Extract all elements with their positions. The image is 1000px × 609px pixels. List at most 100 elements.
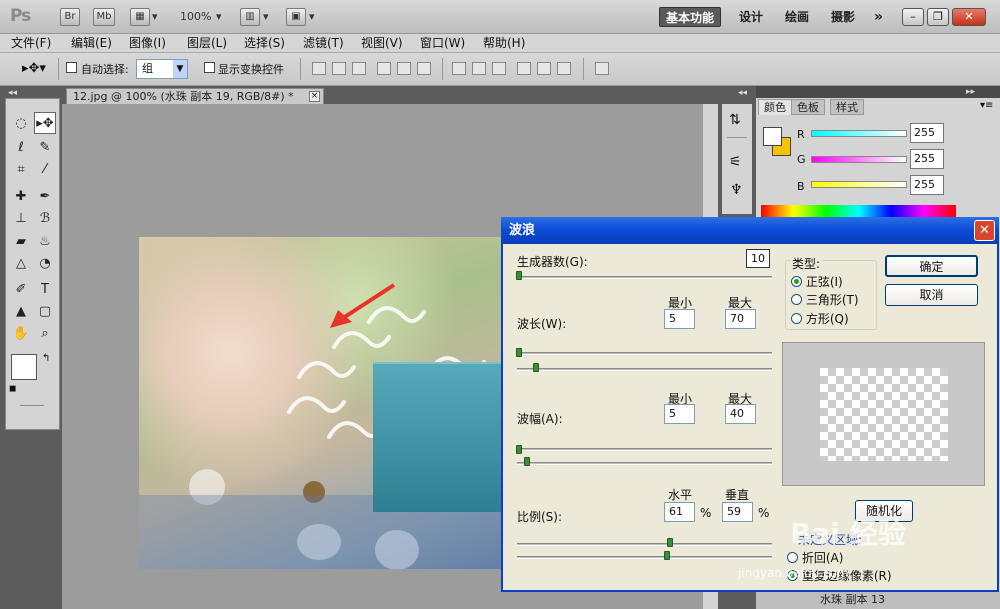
amplitude-min-slider-track[interactable] [517,448,772,451]
brush-tool-icon[interactable]: ✒ [34,186,56,208]
wavelength-min-slider-thumb[interactable] [516,348,522,357]
chevron-down-icon[interactable]: ▾ [216,10,222,23]
type-square-radio[interactable]: 方形(Q) [791,310,849,327]
mini-bridge-button[interactable]: Mb [93,8,115,26]
move-tool-icon[interactable]: ▸✥ [34,112,56,134]
scale-horizontal-input[interactable]: 61 [664,502,695,522]
eyedropper-tool-icon[interactable]: ⁄ [34,159,56,181]
tab-swatches[interactable]: 色板 [791,99,825,115]
g-slider[interactable] [811,156,907,163]
blur-tool-icon[interactable]: △ [10,253,32,275]
wavelength-min-slider-track[interactable] [517,352,772,355]
amplitude-min-input[interactable]: 5 [664,404,695,424]
menu-file[interactable]: 文件(F) [11,35,51,51]
workspace-painting[interactable]: 绘画 [779,7,815,27]
distribute-top-icon[interactable] [452,62,466,75]
chevron-down-icon[interactable]: ▾ [152,10,158,23]
menu-window[interactable]: 窗口(W) [420,35,465,51]
distribute-vertical-center-icon[interactable] [472,62,486,75]
distribute-horizontal-center-icon[interactable] [537,62,551,75]
spot-healing-tool-icon[interactable]: ✚ [10,186,32,208]
zoom-level-dropdown[interactable]: 100% [180,10,211,23]
generators-slider-track[interactable] [517,276,772,279]
auto-select-checkbox[interactable] [66,62,77,76]
zoom-tool-icon[interactable]: ⌕ [34,323,56,345]
expand-icon[interactable]: ◂◂ [738,88,747,98]
eraser-tool-icon[interactable]: ▰ [10,231,32,253]
align-horizontal-center-icon[interactable] [397,62,411,75]
tab-styles[interactable]: 样式 [830,99,864,115]
color-spectrum-bar[interactable] [761,205,956,217]
wavelength-min-input[interactable]: 5 [664,309,695,329]
menu-layer[interactable]: 图层(L) [187,35,227,51]
history-brush-tool-icon[interactable]: ℬ [34,208,56,230]
more-workspaces-button[interactable]: » [868,7,889,27]
clone-stamp-tool-icon[interactable]: ⊥ [10,208,32,230]
align-vertical-center-icon[interactable] [332,62,346,75]
r-value-input[interactable]: 255 [910,123,944,143]
hand-tool-icon[interactable]: ✋ [10,323,32,345]
foreground-color-swatch[interactable] [11,354,37,380]
b-slider[interactable] [811,181,907,188]
view-extras-icon[interactable]: ▦ [130,8,150,26]
distribute-right-icon[interactable] [557,62,571,75]
lasso-tool-icon[interactable]: ℓ [10,137,32,159]
amplitude-max-slider-track[interactable] [517,462,772,465]
crop-tool-icon[interactable]: ⌗ [10,159,32,181]
g-value-input[interactable]: 255 [910,149,944,169]
chevron-down-icon[interactable]: ▾ [263,10,269,23]
cancel-button[interactable]: 取消 [885,284,978,306]
shape-tool-icon[interactable]: ▢ [34,301,56,323]
generators-slider-thumb[interactable] [516,271,522,280]
auto-select-dropdown[interactable]: 组 ▼ [136,59,188,79]
scale-vertical-slider-track[interactable] [517,556,772,559]
scale-vertical-input[interactable]: 59 [722,502,753,522]
menu-select[interactable]: 选择(S) [244,35,285,51]
r-slider[interactable] [811,130,907,137]
arrange-documents-icon[interactable]: ▥ [240,8,260,26]
close-document-icon[interactable]: × [309,91,320,102]
menu-view[interactable]: 视图(V) [361,35,403,51]
menu-image[interactable]: 图像(I) [129,35,166,51]
clone-source-panel-icon[interactable]: ♆ [730,182,743,198]
quick-selection-tool-icon[interactable]: ✎ [34,137,56,159]
dodge-tool-icon[interactable]: ◔ [34,253,56,275]
amplitude-max-slider-thumb[interactable] [524,457,530,466]
amplitude-min-slider-thumb[interactable] [516,445,522,454]
close-window-icon[interactable]: ✕ [952,8,986,26]
menu-filter[interactable]: 滤镜(T) [303,35,344,51]
align-left-icon[interactable] [377,62,391,75]
b-value-input[interactable]: 255 [910,175,944,195]
scale-vertical-slider-thumb[interactable] [664,551,670,560]
align-bottom-icon[interactable] [352,62,366,75]
wavelength-max-slider-thumb[interactable] [533,363,539,372]
chevron-down-icon[interactable]: ▾ [309,10,315,23]
screen-mode-icon[interactable]: ▣ [286,8,306,26]
auto-align-layers-icon[interactable] [595,62,609,75]
show-transform-checkbox[interactable] [204,62,215,76]
menu-help[interactable]: 帮助(H) [483,35,525,51]
restore-icon[interactable]: ❐ [927,8,949,26]
align-top-icon[interactable] [312,62,326,75]
distribute-bottom-icon[interactable] [492,62,506,75]
menu-edit[interactable]: 编辑(E) [71,35,112,51]
history-panel-icon[interactable]: ⇅ [729,112,741,128]
tab-color[interactable]: 颜色 [758,99,792,115]
wavelength-max-slider-track[interactable] [517,368,772,371]
align-right-icon[interactable] [417,62,431,75]
bridge-button[interactable]: Br [60,8,80,26]
workspace-basic[interactable]: 基本功能 [659,7,722,27]
type-triangle-radio[interactable]: 三角形(T) [791,291,859,308]
path-selection-tool-icon[interactable]: ▲ [10,301,32,323]
distribute-left-icon[interactable] [517,62,531,75]
type-tool-icon[interactable]: T [34,279,56,301]
ok-button[interactable]: 确定 [885,255,978,277]
collapse-icon[interactable]: ◂◂ [8,88,17,98]
scale-horizontal-slider-thumb[interactable] [667,538,673,547]
pen-tool-icon[interactable]: ✐ [10,279,32,301]
type-sine-radio[interactable]: 正弦(I) [791,273,843,290]
move-tool-preset-icon[interactable]: ▸✥▾ [22,61,46,76]
layer-row[interactable]: 水珠 副本 13 [756,592,1000,609]
document-tab[interactable]: 12.jpg @ 100% (水珠 副本 19, RGB/8#) * [66,88,324,105]
paint-bucket-tool-icon[interactable]: ♨ [34,231,56,253]
